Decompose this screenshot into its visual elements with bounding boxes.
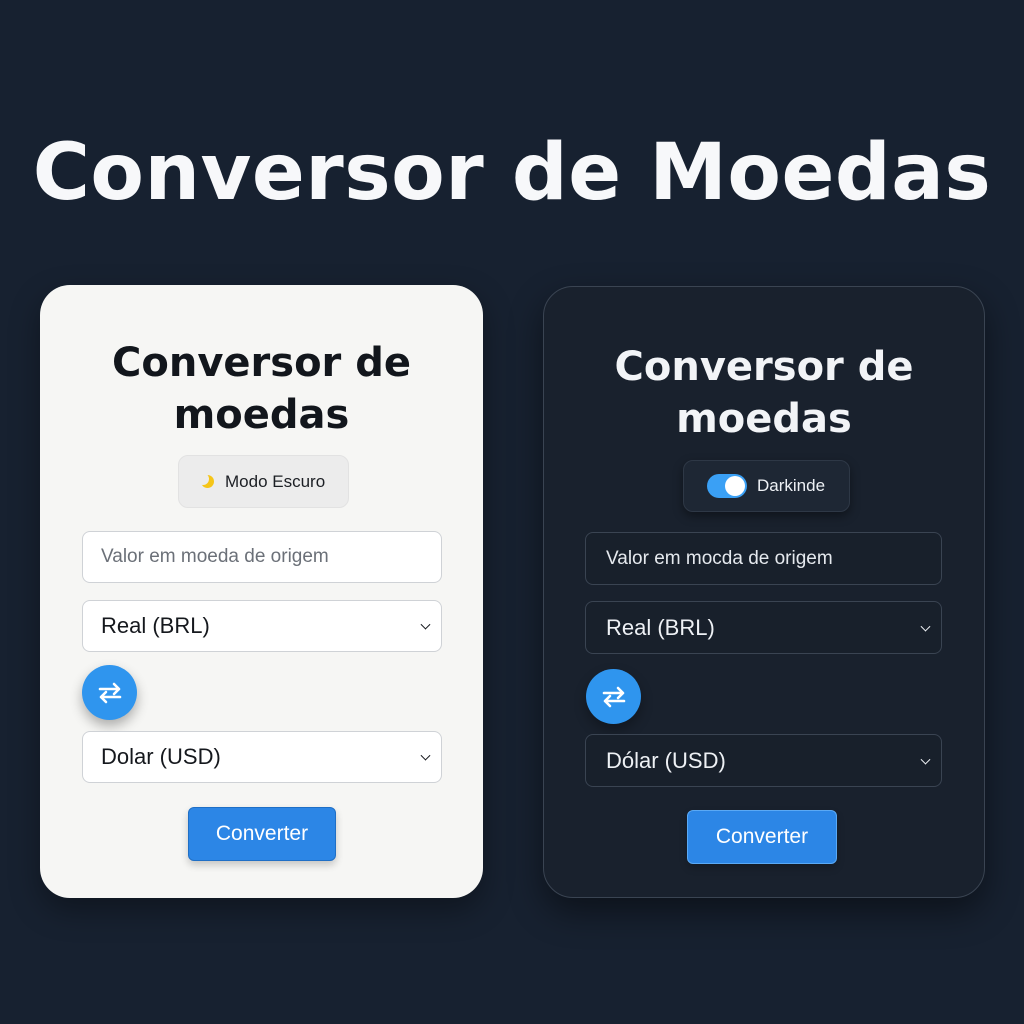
convert-button[interactable]: Converter — [687, 810, 837, 864]
toggle-knob — [725, 476, 745, 496]
from-currency-select[interactable]: Real (BRL) — [82, 600, 442, 652]
from-currency-select[interactable]: Real (BRL) — [585, 601, 942, 654]
card-title: Conversor de moedas — [40, 337, 483, 441]
amount-input[interactable]: Valor em moeda de origem — [82, 531, 442, 583]
to-currency-select[interactable]: Dólar (USD) — [585, 734, 942, 787]
page-title: Conversor de Moedas — [32, 128, 992, 218]
converter-card-dark: Conversor de moedas Darkinde Valor em mo… — [543, 286, 985, 898]
swap-arrows-icon — [98, 682, 121, 703]
swap-arrows-icon — [602, 686, 625, 707]
moon-icon — [197, 472, 215, 490]
mode-toggle-label: Darkinde — [757, 476, 826, 495]
to-currency-value: Dolar (USD) — [101, 744, 221, 769]
to-currency-select[interactable]: Dolar (USD) — [82, 731, 442, 783]
swap-currencies-button[interactable] — [586, 669, 641, 724]
toggle-switch[interactable] — [707, 474, 747, 498]
from-currency-value: Real (BRL) — [606, 614, 715, 640]
card-title-text: Conversor de moedas — [112, 340, 411, 438]
chevron-down-icon — [920, 754, 931, 765]
card-title-text: Conversor de moedas — [614, 344, 914, 442]
card-title: Conversor de moedas — [544, 341, 984, 445]
amount-placeholder: Valor em moeda de origem — [101, 546, 329, 567]
dark-mode-toggle-button[interactable]: Modo Escuro — [178, 455, 349, 508]
mode-toggle-label: Modo Escuro — [225, 471, 326, 491]
chevron-down-icon — [920, 621, 931, 632]
converter-card-light: Conversor de moedas Modo Escuro Valor em… — [40, 285, 483, 898]
chevron-down-icon — [420, 750, 431, 761]
amount-input[interactable]: Valor em mocda de origem — [585, 532, 942, 585]
convert-button[interactable]: Converter — [188, 807, 336, 861]
chevron-down-icon — [420, 619, 431, 630]
swap-currencies-button[interactable] — [82, 665, 137, 720]
amount-placeholder: Valor em mocda de origem — [606, 547, 833, 569]
from-currency-value: Real (BRL) — [101, 613, 210, 638]
dark-mode-toggle-button[interactable]: Darkinde — [683, 460, 850, 512]
to-currency-value: Dólar (USD) — [606, 747, 726, 773]
